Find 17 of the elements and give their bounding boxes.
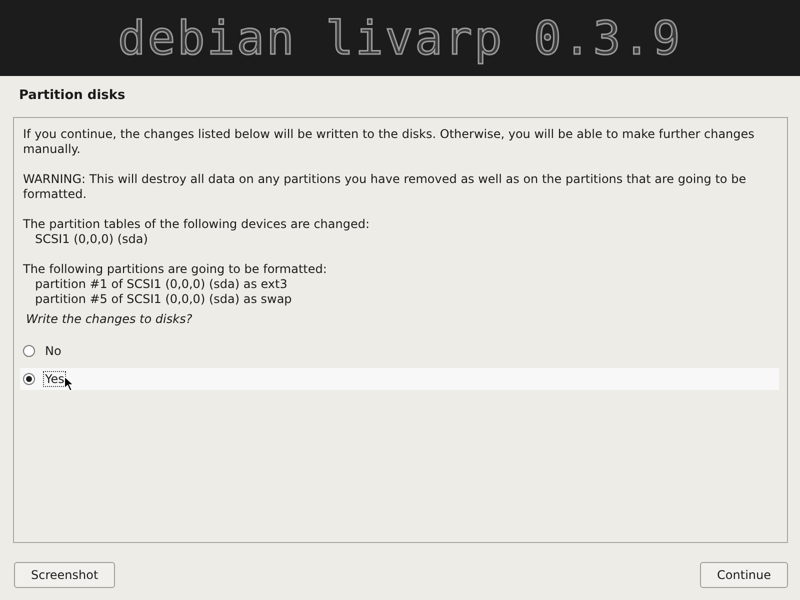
mouse-pointer-icon	[64, 376, 74, 392]
radio-option[interactable]: No	[20, 340, 779, 362]
message-text: The partition tables of the following devices are changed:	[23, 217, 371, 232]
radio-option[interactable]: Yes	[20, 368, 779, 390]
message-item: partition #5 of SCSI1 (0,0,0) (sda) as swap	[34, 292, 293, 307]
message-item: SCSI1 (0,0,0) (sda)	[34, 232, 149, 247]
radio-button[interactable]	[23, 345, 35, 357]
page-title: Partition disks	[18, 87, 126, 105]
footer-button[interactable]: Screenshot	[14, 562, 116, 588]
message-text: If you continue, the changes listed below will be written to the disks. Otherwise, you will be able to make further changes manually.	[23, 127, 756, 157]
message-text: The following partitions are going to be formatted:	[23, 262, 328, 277]
radio-button[interactable]	[23, 373, 35, 385]
message-text: WARNING: This will destroy all data on any partitions you have removed as well as on the partitions that are going to be formatted.	[23, 172, 748, 202]
message-item: partition #1 of SCSI1 (0,0,0) (sda) as ext3	[34, 277, 288, 292]
footer-button[interactable]: Continue	[700, 562, 788, 588]
logo-text: debian livarp 0.3.9	[118, 11, 682, 65]
question-text: Write the changes to disks?	[25, 312, 194, 327]
